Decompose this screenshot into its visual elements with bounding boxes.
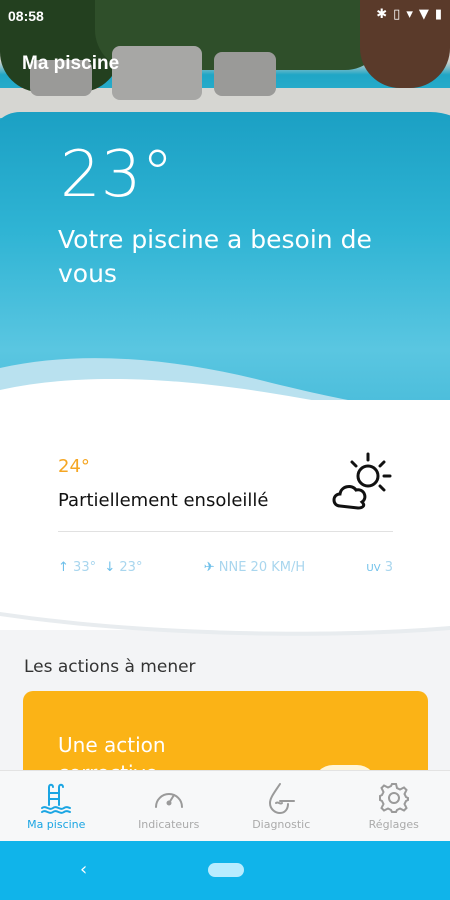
weather-card: 24° Partiellement ensoleillé ↑ 33° ↓ 23°… (0, 400, 450, 630)
actions-section-title: Les actions à mener (24, 657, 196, 677)
wind-info: ✈ NNE 20 KM/H (204, 560, 305, 575)
nav-item-indicateurs[interactable]: Indicateurs (113, 771, 226, 842)
home-pill-button[interactable] (208, 863, 244, 877)
water-drop-icon (269, 783, 296, 815)
wifi-icon: ▼ (418, 7, 429, 22)
nav-item-ma-piscine[interactable]: Ma piscine (0, 771, 113, 842)
lounge-chair (214, 52, 276, 96)
sofa (112, 46, 202, 100)
system-navigation-bar: ‹ (0, 841, 450, 900)
nav-label: Indicateurs (138, 818, 200, 831)
pool-status-message: Votre piscine a besoin de vous (58, 225, 372, 288)
bluetooth-icon: ✱ (376, 7, 388, 22)
nav-label: Diagnostic (252, 818, 311, 831)
uv-value: 3 (384, 560, 393, 575)
gauge-icon (154, 793, 183, 808)
partly-sunny-icon (332, 452, 392, 510)
nav-label: Réglages (368, 818, 419, 831)
uv-label: UV (366, 563, 381, 574)
temp-min: 23° (119, 560, 143, 575)
page-title: Ma piscine (22, 53, 120, 74)
gear-icon (378, 783, 409, 813)
arrow-up-icon: ↑ (58, 560, 69, 575)
weather-stats: ↑ 33° ↓ 23° ✈ NNE 20 KM/H UV 3 (58, 560, 393, 575)
weather-temperature: 24° (58, 456, 90, 477)
pool-ladder-icon (41, 783, 72, 814)
wind-icon: ✈ (203, 560, 215, 575)
bottom-navigation: Ma piscine Indicateurs Diagnostic Réglag… (0, 770, 450, 842)
signal-icon: ▾ (406, 7, 413, 22)
divider (58, 531, 393, 532)
nav-item-reglages[interactable]: Réglages (338, 771, 450, 842)
temp-range: ↑ 33° ↓ 23° (58, 560, 142, 575)
battery-icon: ▮ (434, 7, 442, 22)
nav-label: Ma piscine (27, 818, 86, 831)
weather-description: Partiellement ensoleillé (58, 490, 269, 511)
temp-max: 33° (73, 560, 97, 575)
arrow-down-icon: ↓ (104, 560, 116, 575)
status-time: 08:58 (8, 8, 44, 24)
status-bar: 08:58 ✱ ▯ ▾ ▼ ▮ (0, 0, 450, 32)
pool-temperature: 23° (60, 138, 174, 212)
wind-value: NNE 20 KM/H (218, 560, 306, 575)
status-icons: ✱ ▯ ▾ ▼ ▮ (376, 7, 442, 22)
uv-info: UV 3 (366, 560, 393, 575)
wave-divider (0, 600, 450, 636)
nav-item-diagnostic[interactable]: Diagnostic (225, 771, 338, 842)
back-icon[interactable]: ‹ (80, 859, 87, 880)
vibrate-icon: ▯ (393, 7, 401, 22)
